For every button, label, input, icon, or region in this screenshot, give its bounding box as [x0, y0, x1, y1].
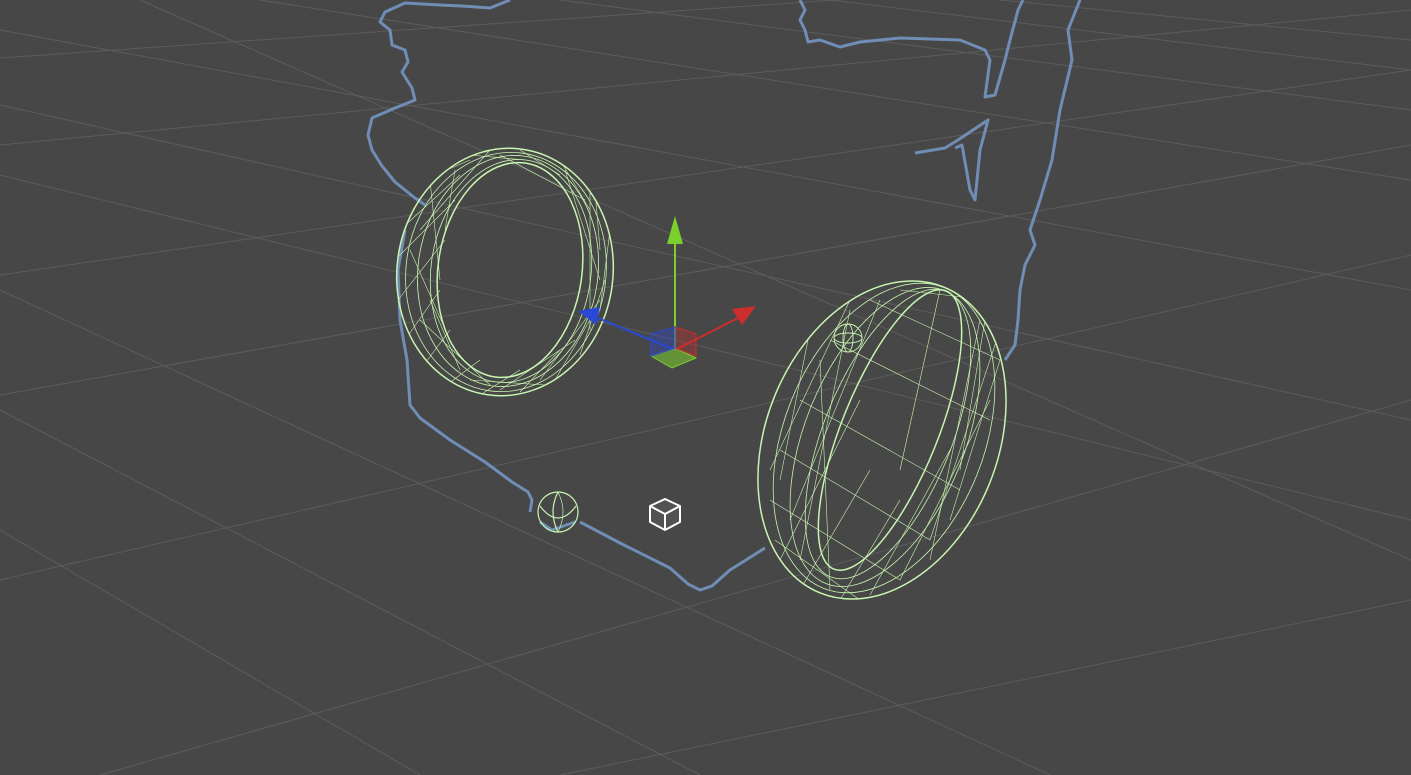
small-sphere-collider[interactable]	[833, 323, 863, 353]
cube-icon[interactable]	[649, 498, 681, 531]
scene-viewport[interactable]	[0, 0, 1411, 775]
scene-canvas[interactable]	[0, 0, 1411, 775]
right-wheel-collider[interactable]	[713, 244, 1052, 637]
gizmo-x-arrow-icon[interactable]	[732, 306, 756, 325]
move-gizmo[interactable]	[578, 216, 756, 369]
floor-grid	[0, 0, 1411, 775]
caster-sphere-collider[interactable]	[537, 491, 579, 533]
gizmo-y-arrow-icon[interactable]	[667, 216, 683, 244]
left-wheel-collider[interactable]	[381, 134, 629, 410]
robot-body-outline[interactable]	[366, 0, 1082, 592]
